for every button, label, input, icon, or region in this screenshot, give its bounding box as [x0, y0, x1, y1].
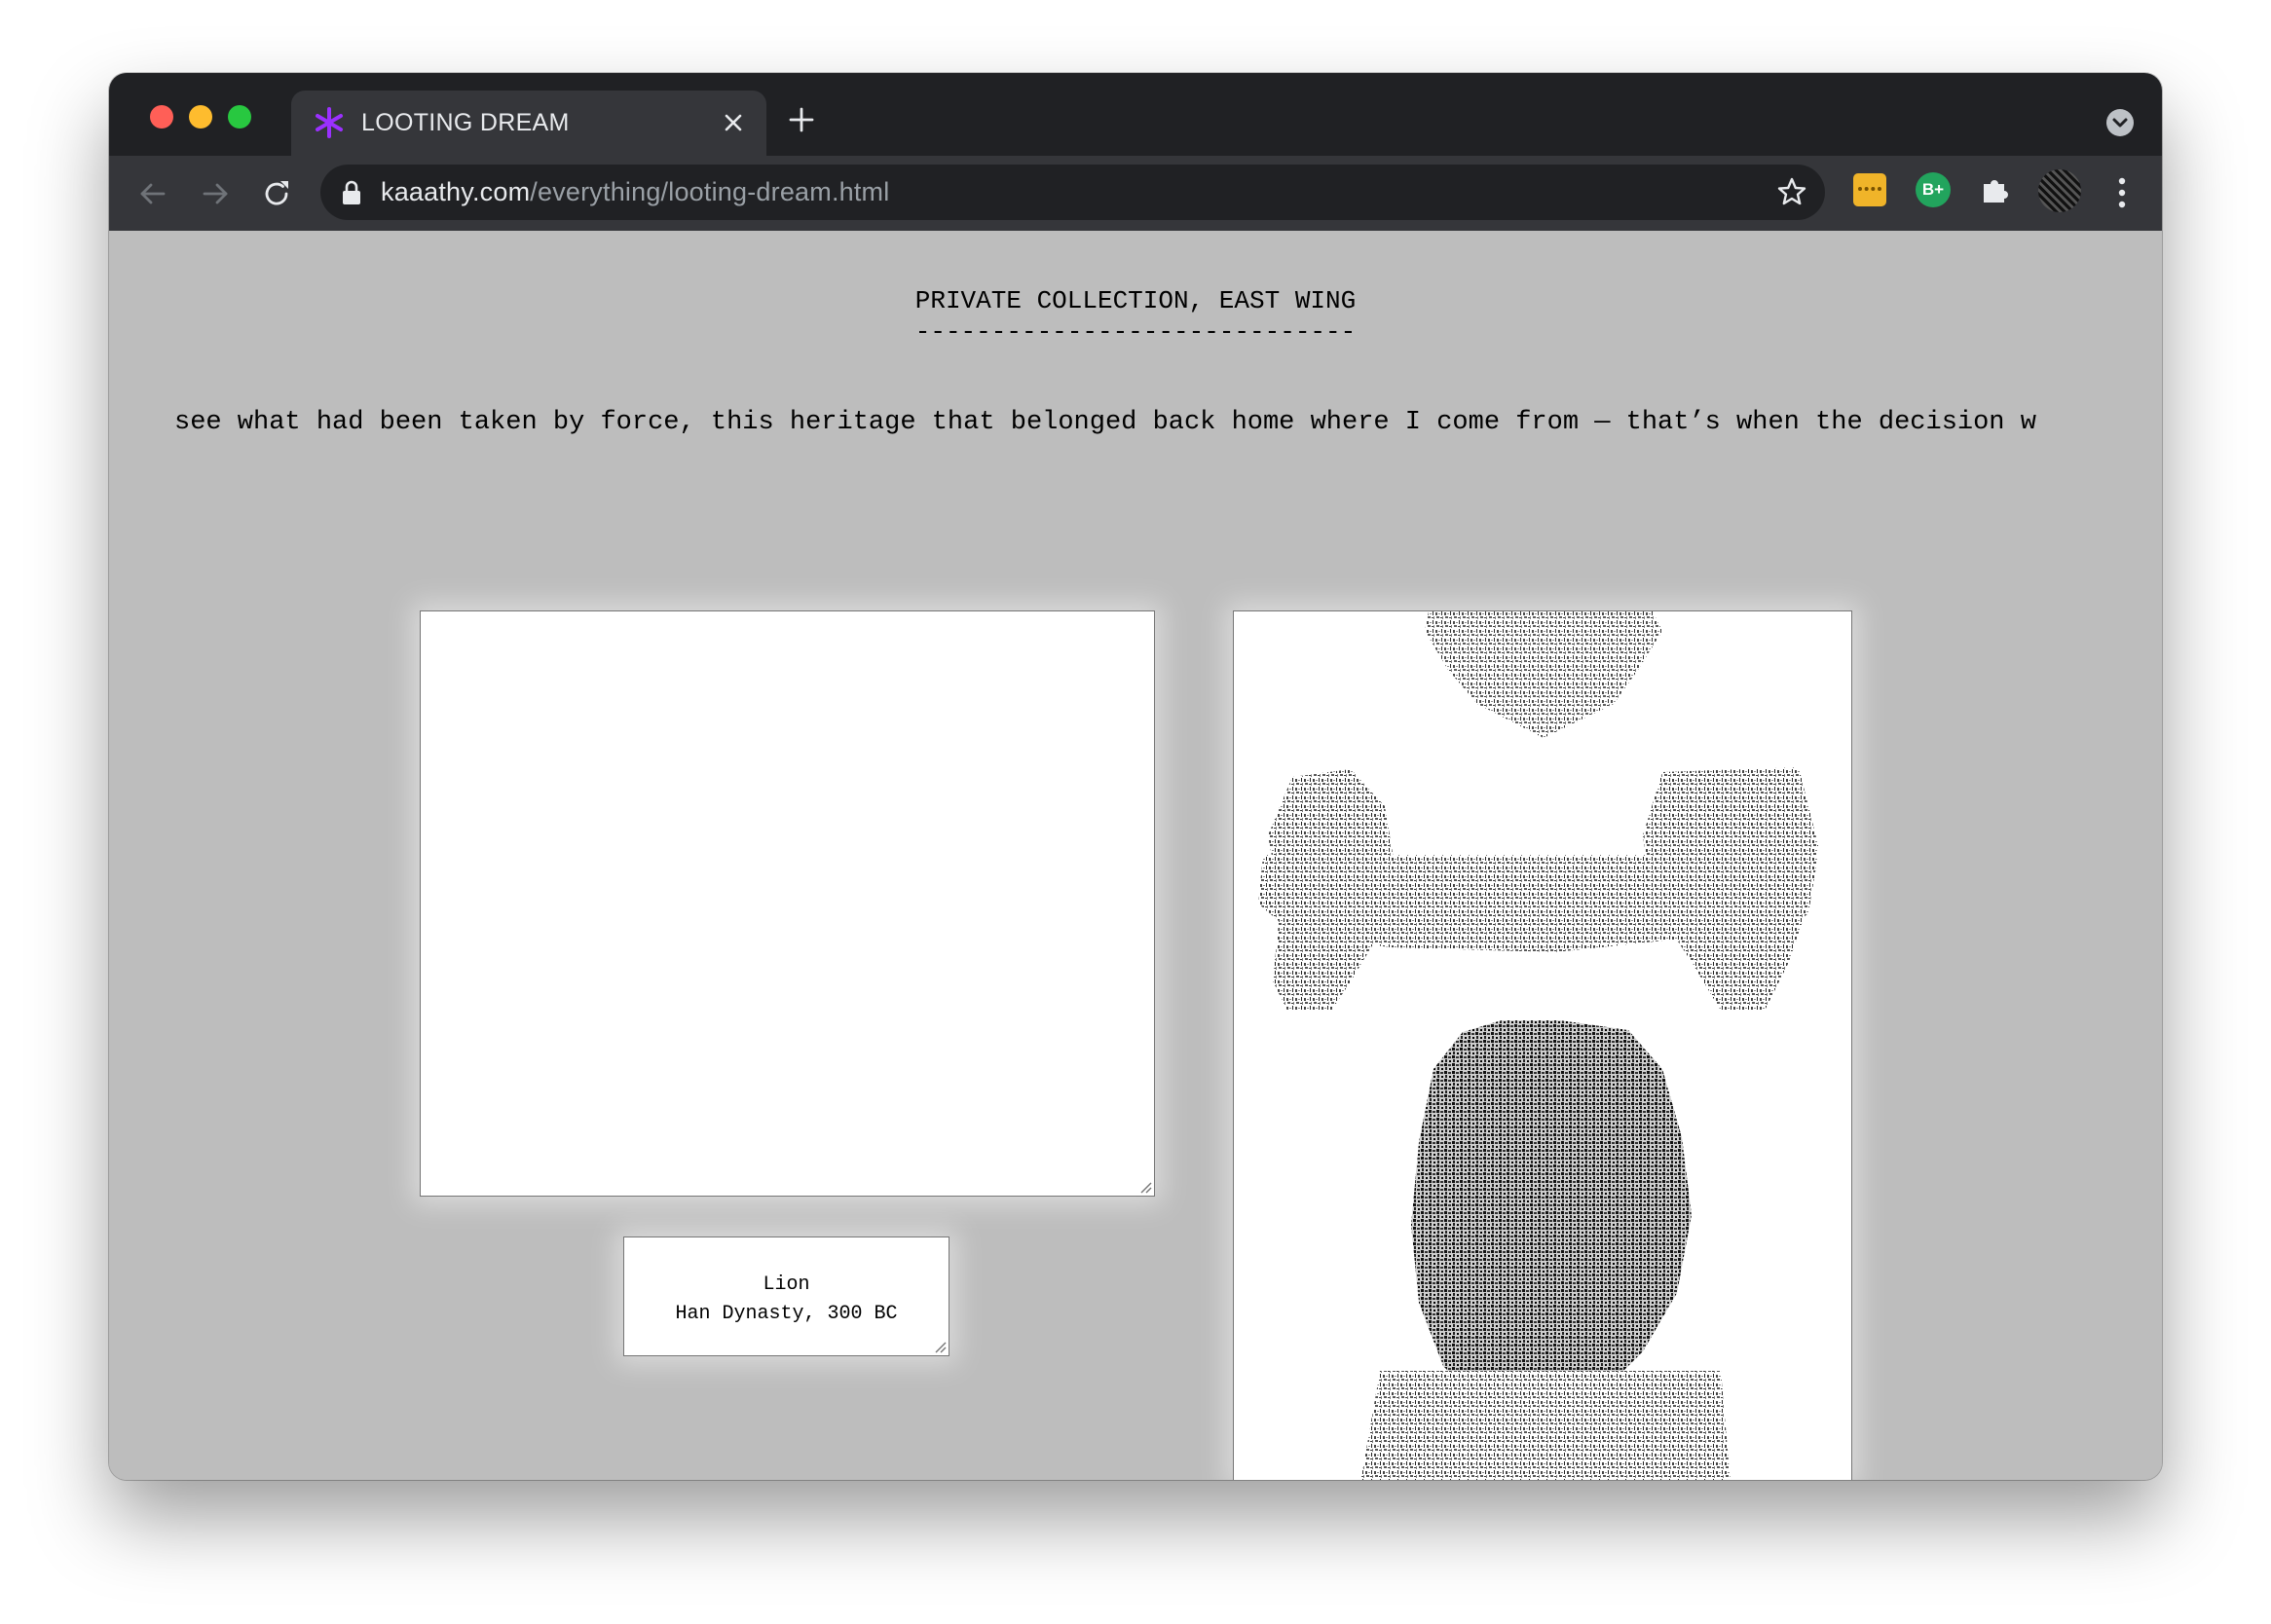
- resize-handle-icon[interactable]: [933, 1340, 947, 1353]
- tab-looting-dream[interactable]: LOOTING DREAM: [291, 91, 766, 156]
- bookmark-star-icon[interactable]: [1776, 176, 1807, 207]
- address-bar[interactable]: kaaathy.com/everything/looting-dream.htm…: [320, 165, 1825, 220]
- url-path: /everything/looting-dream.html: [530, 177, 890, 206]
- lock-icon: [343, 180, 360, 204]
- browser-window: LOOTING DREAM kaaathy.com/everything/loo…: [109, 73, 2162, 1480]
- close-tab-icon[interactable]: [720, 109, 747, 136]
- minimize-window-button[interactable]: [189, 105, 212, 129]
- heading-title: PRIVATE COLLECTION, EAST WING: [914, 286, 1357, 315]
- resize-handle-icon[interactable]: [1138, 1180, 1152, 1194]
- blank-textarea[interactable]: [420, 610, 1155, 1197]
- caption-title: Lion: [763, 1273, 810, 1296]
- back-arrow-icon[interactable]: [136, 177, 169, 210]
- close-window-button[interactable]: [150, 105, 173, 129]
- maximize-window-button[interactable]: [228, 105, 251, 129]
- extensions-puzzle-icon[interactable]: [1978, 172, 2013, 207]
- tab-title: LOOTING DREAM: [361, 109, 570, 136]
- asterisk-favicon-icon: [316, 107, 343, 138]
- heading-underline: -----------------------------: [914, 317, 1357, 347]
- url-text: kaaathy.com/everything/looting-dream.htm…: [381, 177, 889, 207]
- extension-b-plus-icon[interactable]: B+: [1916, 172, 1951, 207]
- extension-dots-icon[interactable]: [1853, 173, 1886, 206]
- ascii-lion-artwork: [1233, 610, 1852, 1480]
- page-content: PRIVATE COLLECTION, EAST WING -----------…: [109, 231, 2162, 1480]
- profile-avatar[interactable]: [2038, 169, 2081, 212]
- ascii-lion-image: [1258, 611, 1818, 1480]
- caption-subtitle: Han Dynasty, 300 BC: [675, 1303, 898, 1325]
- scrolling-story-text: see what had been taken by force, this h…: [174, 408, 2036, 437]
- reload-icon[interactable]: [260, 177, 293, 210]
- page-heading: PRIVATE COLLECTION, EAST WING -----------…: [109, 285, 2162, 348]
- tab-search-icon[interactable]: [2106, 109, 2134, 136]
- artifact-caption[interactable]: Lion Han Dynasty, 300 BC: [623, 1236, 949, 1356]
- browser-toolbar: kaaathy.com/everything/looting-dream.htm…: [109, 156, 2162, 231]
- forward-arrow-icon[interactable]: [199, 177, 232, 210]
- url-host: kaaathy.com: [381, 177, 531, 206]
- new-tab-icon[interactable]: [787, 105, 816, 134]
- more-menu-icon[interactable]: [2115, 175, 2129, 210]
- title-bar: LOOTING DREAM: [109, 73, 2162, 156]
